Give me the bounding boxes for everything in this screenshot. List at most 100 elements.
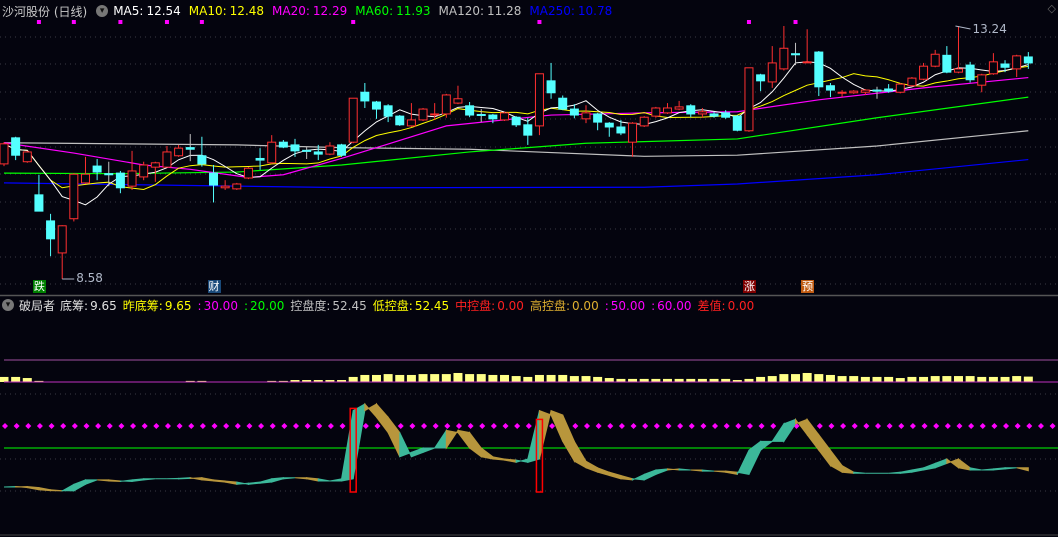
candle-up xyxy=(919,65,929,80)
level-dot-30 xyxy=(875,423,881,429)
chip-ribbon-segment xyxy=(178,477,191,480)
level-dot-30 xyxy=(316,423,323,429)
level-dot-30 xyxy=(36,423,43,429)
control-bar xyxy=(604,378,614,382)
candle-up xyxy=(988,61,998,75)
indicator-legend-item: :30.00 xyxy=(198,299,238,313)
level-dot-30 xyxy=(712,423,719,429)
chip-ribbon-segment xyxy=(364,402,377,419)
control-bar xyxy=(1023,376,1033,382)
chip-ribbon-segment xyxy=(701,469,715,472)
level-dot-30 xyxy=(688,423,695,429)
control-bar xyxy=(453,372,463,382)
level-dot-30 xyxy=(13,423,20,429)
control-bar xyxy=(511,376,521,382)
ma-legend-ma60: MA60: 11.93 xyxy=(355,4,430,18)
control-bar xyxy=(523,376,533,382)
chip-ribbon-segment xyxy=(433,428,447,449)
chip-ribbon-segment xyxy=(492,456,506,461)
level-dot-30 xyxy=(153,423,160,429)
low-price-label: 8.58 xyxy=(76,270,103,285)
control-bar xyxy=(779,374,789,382)
indicator-legend-item: 差值: 0.00 xyxy=(698,299,755,313)
chip-ribbon-segment xyxy=(422,447,435,454)
chip-ribbon-segment xyxy=(538,409,552,460)
candle-up xyxy=(907,77,917,87)
level-dot-30 xyxy=(95,423,102,429)
chip-ribbon-segment xyxy=(38,486,52,492)
level-dot-30 xyxy=(83,423,90,429)
chip-ribbon-segment xyxy=(1016,467,1029,472)
control-bar xyxy=(791,374,801,382)
chip-ribbon-segment xyxy=(469,431,482,458)
event-marker[interactable]: 财 xyxy=(207,280,221,293)
level-dot-30 xyxy=(595,423,602,429)
ma-label: MA120: xyxy=(438,4,485,18)
level-dot-30 xyxy=(723,423,730,429)
control-bar xyxy=(546,374,556,382)
control-bar xyxy=(884,376,894,382)
event-marker[interactable]: 预 xyxy=(801,280,815,293)
candle-up xyxy=(22,151,32,163)
candle-down xyxy=(791,53,801,56)
candle-up xyxy=(849,90,859,94)
level-dot-30 xyxy=(968,423,975,429)
chip-ribbon-segment xyxy=(632,473,645,481)
ma-label: MA5: xyxy=(113,4,144,18)
candle-down xyxy=(313,151,323,155)
chip-ribbon-segment xyxy=(143,478,156,481)
chip-ribbon-segment xyxy=(329,478,343,482)
candle-down xyxy=(197,155,207,165)
control-bar xyxy=(383,374,393,382)
ma-value: 11.93 xyxy=(396,4,431,18)
level-dot-30 xyxy=(409,423,416,429)
control-bar xyxy=(1012,376,1022,382)
diamond-icon[interactable]: ◇ xyxy=(1048,2,1056,15)
chevron-down-circle-icon[interactable]: ▾ xyxy=(2,299,14,311)
control-bar xyxy=(22,378,32,382)
chip-ribbon-segment xyxy=(259,478,273,484)
indicator-legend-item: 高控盘: 0.00 xyxy=(530,299,599,313)
candle-up xyxy=(500,112,510,121)
candle-down xyxy=(965,64,975,81)
level-dot-30 xyxy=(665,423,672,429)
level-dot-30 xyxy=(909,423,916,429)
ma-legend-ma250: MA250: 10.78 xyxy=(529,4,612,18)
chip-ribbon-segment xyxy=(399,432,412,458)
control-bar xyxy=(825,374,835,382)
main-chart-legend: 沙河股份 (日线) ▾ MA5: 12.54 MA10: 12.48 MA20: 12.2… xyxy=(0,2,625,20)
level-dot-30 xyxy=(25,423,32,429)
control-bar xyxy=(930,376,940,382)
level-dot-30 xyxy=(234,423,241,429)
control-bar xyxy=(488,374,498,382)
ma-legend-ma5: MA5: 12.54 xyxy=(113,4,181,18)
chevron-down-circle-icon[interactable]: ▾ xyxy=(96,5,109,17)
candle-down xyxy=(488,114,498,120)
chip-ribbon-segment xyxy=(26,485,40,491)
candle-up xyxy=(930,53,940,67)
candle-down xyxy=(686,105,696,115)
level-dot-30 xyxy=(758,423,765,429)
control-bar xyxy=(849,376,859,382)
level-dot-30 xyxy=(48,423,55,429)
chip-ribbon-segment xyxy=(108,479,121,482)
level-dot-30 xyxy=(246,423,253,429)
candle-up xyxy=(325,145,335,155)
indicator-legend-item: 控盘度: 52.45 xyxy=(290,299,366,313)
candle-up xyxy=(802,61,812,64)
candle-up xyxy=(534,73,544,127)
indicator-value: 50.00 xyxy=(610,298,646,313)
indicator-value: 20.00 xyxy=(250,298,285,313)
high-price-arrow xyxy=(955,25,971,30)
level-dot-30 xyxy=(71,423,78,429)
indicator-label: 昨底筹: xyxy=(122,298,163,313)
candle-down xyxy=(569,108,579,116)
candle-up xyxy=(581,112,591,120)
stock-chart[interactable] xyxy=(0,0,1058,537)
level-dot-30 xyxy=(677,423,684,429)
candle-down xyxy=(46,220,56,240)
level-dot-30 xyxy=(490,423,497,429)
ma-label: MA60: xyxy=(355,4,394,18)
event-marker[interactable]: 涨 xyxy=(742,280,756,293)
event-marker[interactable]: 跌 xyxy=(32,280,46,293)
